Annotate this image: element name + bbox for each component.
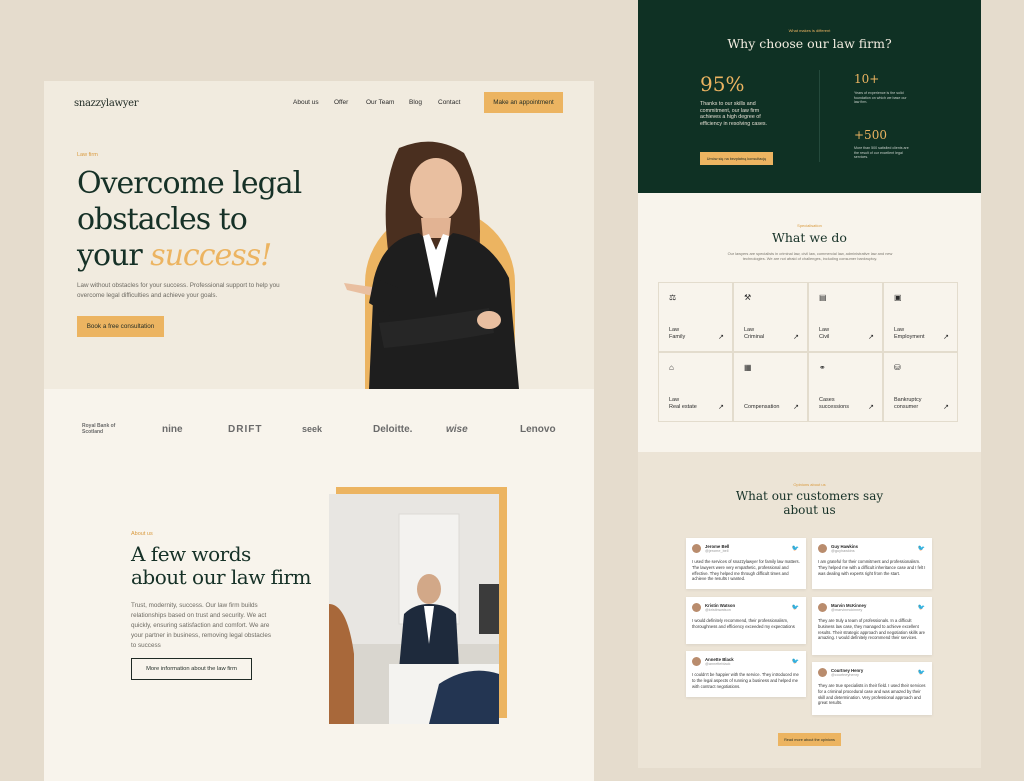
arrow-up-right-icon: ↗ xyxy=(943,334,949,341)
hero-description: Law without obstacles for your success. … xyxy=(77,282,280,299)
coins-icon: ⛁ xyxy=(894,363,901,372)
why-eyebrow: What makes is different xyxy=(788,28,831,33)
twitter-icon[interactable]: 🐦 xyxy=(792,604,799,611)
briefcase-icon: ▣ xyxy=(894,293,902,302)
service-family-law[interactable]: ⚖ Law Family ↗ xyxy=(658,282,733,352)
avatar xyxy=(818,544,827,553)
handshake-icon: ⚭ xyxy=(819,363,826,372)
about-description: Trust, modernity, success. Our law firm … xyxy=(131,602,272,649)
avatar xyxy=(692,657,701,666)
what-title: What we do xyxy=(772,230,847,245)
logo-deloitte: Deloitte. xyxy=(373,424,413,435)
landing-page-left: snazzylawyer About us Offer Our Team Blo… xyxy=(44,81,594,781)
about-title: A few words about our law firm xyxy=(131,542,312,589)
stat-clients: +500 xyxy=(854,128,887,142)
receipt-icon: ▦ xyxy=(744,363,752,372)
arrow-up-right-icon: ↗ xyxy=(718,404,724,411)
why-title: Why choose our law firm? xyxy=(727,36,892,51)
free-consultation-button[interactable]: Umów się na bezpłatną konsultację xyxy=(700,152,773,165)
about-eyebrow: About us xyxy=(131,531,153,537)
site-logo[interactable]: snazzylawyer xyxy=(74,98,139,109)
testimonials-title: What our customers say about us xyxy=(735,489,884,517)
testimonial-card: Kristin Watson @kristinwatson 🐦 I would … xyxy=(686,597,806,644)
service-successions[interactable]: ⚭ Cases successions ↗ xyxy=(808,352,883,422)
logo-nine: nine xyxy=(162,424,183,435)
make-appointment-button[interactable]: Make an appointment xyxy=(484,92,563,113)
testimonial-card: Jerome Bell @jerome_bell 🐦 I used the se… xyxy=(686,538,806,589)
avatar xyxy=(692,603,701,612)
house-icon: ⌂ xyxy=(669,363,674,372)
testimonial-card: Guy Hawkins @guyhawkins 🐦 I am grateful … xyxy=(812,538,932,589)
nav-offer[interactable]: Offer xyxy=(334,99,348,106)
testimonial-card: Annette Black @annetteblack 🐦 I couldn't… xyxy=(686,651,806,697)
nav-blog[interactable]: Blog xyxy=(409,99,422,106)
service-consumer-bankruptcy[interactable]: ⛁ Bankruptcy consumer ↗ xyxy=(883,352,958,422)
stat-clients-text: More than 500 satisfied clients are the … xyxy=(854,146,909,160)
arrow-up-right-icon: ↗ xyxy=(868,334,874,341)
testimonial-card: Marvin McKinney @marvinmckinney 🐦 They a… xyxy=(812,597,932,655)
stat-efficiency: 95% xyxy=(700,72,745,96)
scales-icon: ⚖ xyxy=(669,293,677,302)
twitter-icon[interactable]: 🐦 xyxy=(792,658,799,665)
logo-seek: seek xyxy=(302,424,323,434)
lawyer-portrait-image xyxy=(344,141,519,389)
hero-title: Overcome legal obstacles to your success… xyxy=(77,166,302,273)
arrow-up-right-icon: ↗ xyxy=(793,404,799,411)
testimonial-card: Courtney Henry @courtneyhenry 🐦 They are… xyxy=(812,662,932,715)
avatar xyxy=(818,603,827,612)
twitter-icon[interactable]: 🐦 xyxy=(918,669,925,676)
twitter-icon[interactable]: 🐦 xyxy=(918,545,925,552)
nav-about[interactable]: About us xyxy=(293,99,319,106)
why-choose-section: What makes is different Why choose our l… xyxy=(638,0,981,193)
more-info-button[interactable]: More information about the law firm xyxy=(131,658,252,680)
stat-years: 10+ xyxy=(854,72,880,86)
logo-lenovo: Lenovo xyxy=(520,424,556,435)
service-civil-law[interactable]: ▤ Law Civil ↗ xyxy=(808,282,883,352)
arrow-up-right-icon: ↗ xyxy=(793,334,799,341)
logo-drift: DRIFT xyxy=(228,424,263,435)
arrow-up-right-icon: ↗ xyxy=(943,404,949,411)
logo-wise: wise xyxy=(446,424,468,435)
arrow-up-right-icon: ↗ xyxy=(718,334,724,341)
lawyer-office-image xyxy=(329,494,499,724)
logo-royal-bank: Royal Bank of Scotland xyxy=(82,423,116,435)
book-consultation-button[interactable]: Book a free consultation xyxy=(77,316,164,337)
arrow-up-right-icon: ↗ xyxy=(868,404,874,411)
document-icon: ▤ xyxy=(819,293,827,302)
read-more-opinions-button[interactable]: Read more about the opinions xyxy=(778,733,841,746)
testimonials-eyebrow: Opinions about us xyxy=(793,482,826,487)
what-description: Our lawyers are specialists in criminal … xyxy=(727,251,893,261)
service-employment-law[interactable]: ▣ Law Employment ↗ xyxy=(883,282,958,352)
what-eyebrow: Specialisation xyxy=(797,223,822,228)
avatar xyxy=(818,668,827,677)
avatar xyxy=(692,544,701,553)
stat-efficiency-text: Thanks to our skills and commitment, our… xyxy=(700,101,768,127)
stats-divider xyxy=(819,70,820,162)
stat-years-text: Years of experience is the solid foundat… xyxy=(854,91,907,105)
hero-eyebrow: Law firm xyxy=(77,152,98,158)
service-compensation[interactable]: ▦ Compensation ↗ xyxy=(733,352,808,422)
twitter-icon[interactable]: 🐦 xyxy=(918,604,925,611)
nav-contact[interactable]: Contact xyxy=(438,99,460,106)
service-criminal-law[interactable]: ⚒ Law Criminal ↗ xyxy=(733,282,808,352)
service-real-estate-law[interactable]: ⌂ Law Real estate ↗ xyxy=(658,352,733,422)
gavel-icon: ⚒ xyxy=(744,293,752,302)
twitter-icon[interactable]: 🐦 xyxy=(792,545,799,552)
nav-team[interactable]: Our Team xyxy=(366,99,394,106)
landing-page-right: What makes is different Why choose our l… xyxy=(638,0,981,768)
hero-section: snazzylawyer About us Offer Our Team Blo… xyxy=(44,81,594,389)
